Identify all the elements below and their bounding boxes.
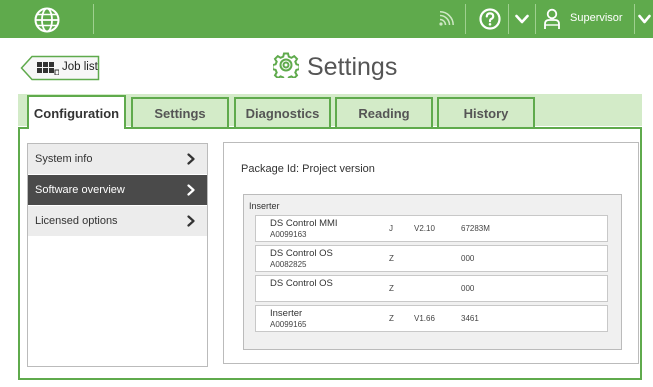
- tab-reading[interactable]: Reading: [335, 97, 433, 127]
- separator: [535, 4, 536, 34]
- user-icon[interactable]: [541, 0, 563, 38]
- globe-icon[interactable]: [34, 7, 60, 33]
- chevron-right-icon: [187, 153, 195, 168]
- chevron-down-icon[interactable]: [511, 0, 533, 38]
- separator: [634, 4, 635, 34]
- software-row: DS Control OS A0082825 Z 000: [255, 245, 608, 272]
- job-list-icon: [37, 62, 60, 80]
- software-code: A0082825: [270, 260, 307, 269]
- gear-icon: [271, 52, 301, 83]
- menu-item-licensed-options[interactable]: Licensed options: [28, 206, 207, 237]
- software-code: A0099165: [270, 320, 307, 329]
- tab-configuration[interactable]: Configuration: [27, 95, 126, 129]
- software-letter: Z: [389, 314, 394, 323]
- software-number: 000: [461, 284, 475, 293]
- separator: [93, 4, 94, 34]
- menu-item-label: Licensed options: [35, 215, 118, 227]
- content-panel: System info Software overview Licensed o…: [18, 127, 642, 380]
- software-overview-panel: Package Id: Project version Inserter DS …: [223, 142, 639, 364]
- package-title: Package Id: Project version: [241, 163, 375, 175]
- software-row: DS Control MMI A0099163 J V2.10 67283M: [255, 215, 608, 242]
- software-letter: Z: [389, 284, 394, 293]
- chevron-right-icon: [187, 184, 195, 199]
- software-row: DS Control OS Z 000: [255, 275, 608, 302]
- software-letter: Z: [389, 254, 394, 263]
- chevron-right-icon: [187, 215, 195, 230]
- user-label[interactable]: Supervisor: [570, 12, 623, 24]
- menu-item-software-overview[interactable]: Software overview: [28, 175, 207, 206]
- page-title-area: Settings: [271, 50, 398, 84]
- software-row: Inserter A0099165 Z V1.66 3461: [255, 305, 608, 332]
- software-name: DS Control MMI: [270, 218, 338, 229]
- tab-history[interactable]: History: [437, 97, 535, 127]
- top-bar: Supervisor: [0, 0, 653, 38]
- signal-icon: [434, 0, 458, 38]
- job-list-label: Job list: [62, 61, 98, 73]
- menu-item-system-info[interactable]: System info: [28, 144, 207, 175]
- software-version: V1.66: [414, 314, 435, 323]
- software-letter: J: [389, 224, 393, 233]
- software-name: Inserter: [270, 308, 303, 319]
- settings-menu: System info Software overview Licensed o…: [27, 143, 208, 367]
- group-label: Inserter: [249, 201, 280, 211]
- help-icon[interactable]: [476, 0, 504, 38]
- software-code: A0099163: [270, 230, 307, 239]
- menu-item-label: Software overview: [35, 184, 125, 196]
- software-number: 000: [461, 254, 475, 263]
- separator: [465, 4, 466, 34]
- software-name: DS Control OS: [270, 278, 333, 289]
- software-number: 67283M: [461, 224, 490, 233]
- menu-item-label: System info: [35, 153, 93, 165]
- inserter-group: Inserter DS Control MMI A0099163 J V2.10…: [243, 194, 622, 350]
- chevron-down-icon[interactable]: [636, 0, 653, 38]
- job-list-button[interactable]: Job list: [20, 55, 100, 81]
- page-title: Settings: [307, 52, 398, 81]
- separator: [508, 4, 509, 34]
- software-number: 3461: [461, 314, 479, 323]
- software-name: DS Control OS: [270, 248, 333, 259]
- software-version: V2.10: [414, 224, 435, 233]
- tab-settings[interactable]: Settings: [131, 97, 229, 127]
- tab-diagnostics[interactable]: Diagnostics: [234, 97, 331, 127]
